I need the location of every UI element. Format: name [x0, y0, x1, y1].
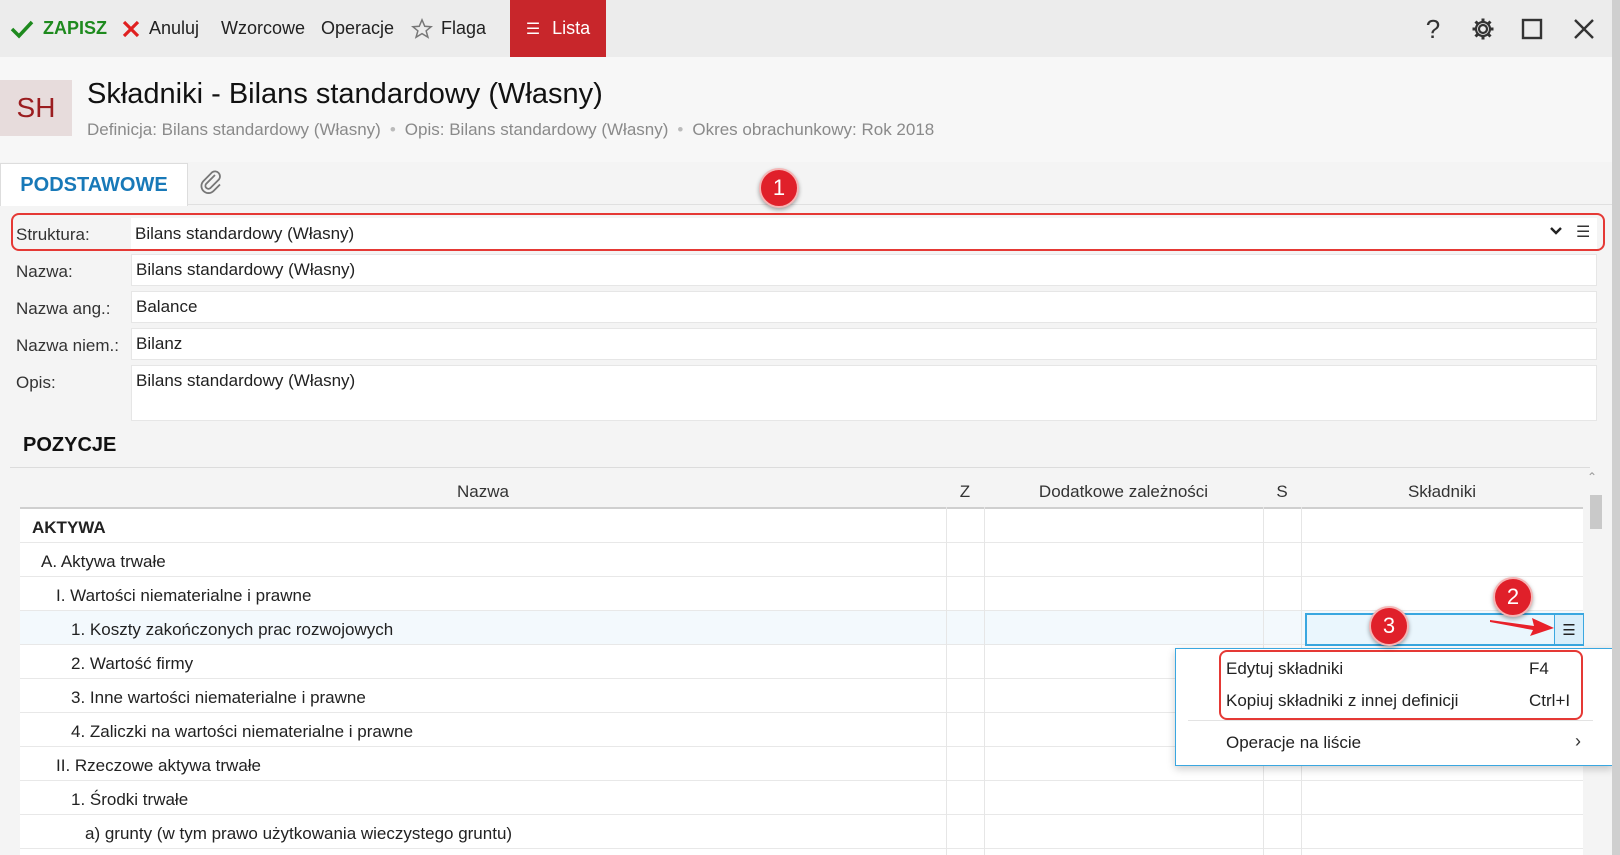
column-header-s[interactable]: S	[1263, 482, 1301, 502]
name-de-label: Nazwa niem.:	[16, 336, 119, 355]
row-name: 4. Zaliczki na wartości niematerialne i …	[71, 722, 414, 741]
list-button[interactable]: ☰ Lista	[510, 0, 606, 57]
hamburger-icon: ☰	[525, 20, 541, 38]
column-header-name[interactable]: Nazwa	[20, 482, 946, 502]
annotation-arrow-icon	[1490, 618, 1554, 636]
star-icon	[411, 17, 433, 39]
row-name: 2. Wartość firmy	[71, 654, 194, 673]
cancel-label: Anuluj	[149, 18, 200, 38]
column-separator	[984, 507, 985, 855]
scrollbar-thumb[interactable]	[1590, 495, 1602, 529]
name-label: Nazwa:	[16, 262, 73, 281]
paperclip-icon	[200, 170, 221, 194]
gear-icon[interactable]	[1466, 12, 1500, 46]
menu-item-list-operations[interactable]: Operacje na liście	[1226, 733, 1361, 753]
description-label: Opis:	[16, 373, 56, 392]
window-edge	[1612, 0, 1620, 855]
annotation-badge-2: 2	[1493, 577, 1533, 617]
scroll-up-icon[interactable]: ⌃	[1587, 470, 1597, 484]
column-separator	[946, 507, 947, 855]
operations-label: Operacje	[321, 18, 395, 38]
section-divider	[10, 467, 1590, 468]
annotation-badge-1: 1	[759, 168, 799, 208]
annotation-badge-3: 3	[1369, 606, 1409, 646]
row-name: II. Rzeczowe aktywa trwałe	[56, 756, 262, 775]
tab-divider	[0, 204, 1620, 205]
row-name: I. Wartości niematerialne i prawne	[56, 586, 312, 605]
row-name: AKTYWA	[32, 518, 106, 537]
row-name: 1. Koszty zakończonych prac rozwojowych	[71, 620, 394, 639]
annotation-highlight-structure	[11, 213, 1605, 251]
help-icon[interactable]: ?	[1416, 12, 1450, 46]
name-field[interactable]: Bilans standardowy (Własny)	[131, 254, 1597, 286]
page-title: Składniki - Bilans standardowy (Własny)	[87, 78, 603, 110]
templates-button[interactable]: Wzorcowe	[221, 0, 305, 57]
tab-podstawowe[interactable]: PODSTAWOWE	[0, 163, 188, 206]
save-label: ZAPISZ	[43, 18, 108, 38]
operations-button[interactable]: Operacje	[321, 0, 394, 57]
avatar: SH	[0, 80, 72, 136]
subtitle-description: Opis: Bilans standardowy (Własny)	[404, 120, 669, 139]
flag-label: Flaga	[441, 18, 487, 38]
table-row[interactable]: a) grunty (w tym prawo użytkowania wiecz…	[20, 815, 1583, 849]
row-name: a) grunty (w tym prawo użytkowania wiecz…	[85, 824, 513, 843]
table-row[interactable]: A. Aktywa trwałe	[20, 543, 1583, 577]
subtitle-definition: Definicja: Bilans standardowy (Własny)	[87, 120, 381, 139]
attachment-tab[interactable]	[198, 168, 224, 201]
table-row[interactable]: 1. Środki trwałe	[20, 781, 1583, 815]
menu-divider	[1188, 720, 1593, 721]
name-en-label: Nazwa ang.:	[16, 299, 111, 318]
components-menu-button[interactable]: ☰	[1554, 615, 1583, 644]
chevron-right-icon: ›	[1575, 731, 1581, 751]
positions-title: POZYCJE	[23, 434, 117, 456]
table-row[interactable]: I. Wartości niematerialne i prawne	[20, 577, 1583, 611]
check-icon	[10, 20, 34, 39]
name-de-field[interactable]: Bilanz	[131, 328, 1597, 360]
maximize-icon[interactable]	[1515, 12, 1549, 46]
name-en-field[interactable]: Balance	[131, 291, 1597, 323]
row-name: 1. Środki trwałe	[71, 790, 189, 809]
templates-label: Wzorcowe	[221, 18, 306, 38]
subtitle-period: Okres obrachunkowy: Rok 2018	[692, 120, 935, 139]
row-name: A. Aktywa trwałe	[41, 552, 166, 571]
page-subtitle: Definicja: Bilans standardowy (Własny) • O…	[87, 120, 935, 139]
cancel-button[interactable]: Anuluj	[121, 0, 199, 57]
list-label: Lista	[552, 18, 591, 38]
column-header-extra[interactable]: Dodatkowe zależności	[984, 482, 1263, 502]
save-button[interactable]: ZAPISZ	[10, 0, 107, 57]
flag-button[interactable]: Flaga	[411, 0, 486, 57]
column-header-z[interactable]: Z	[946, 482, 984, 502]
close-icon[interactable]	[1567, 12, 1601, 46]
table-row[interactable]: AKTYWA	[20, 509, 1583, 543]
annotation-highlight-menu	[1219, 650, 1583, 720]
close-red-icon	[122, 20, 140, 37]
row-name: 3. Inne wartości niematerialne i prawne	[71, 688, 366, 707]
description-field[interactable]: Bilans standardowy (Własny)	[131, 365, 1597, 421]
column-header-components[interactable]: Składniki	[1301, 482, 1583, 502]
